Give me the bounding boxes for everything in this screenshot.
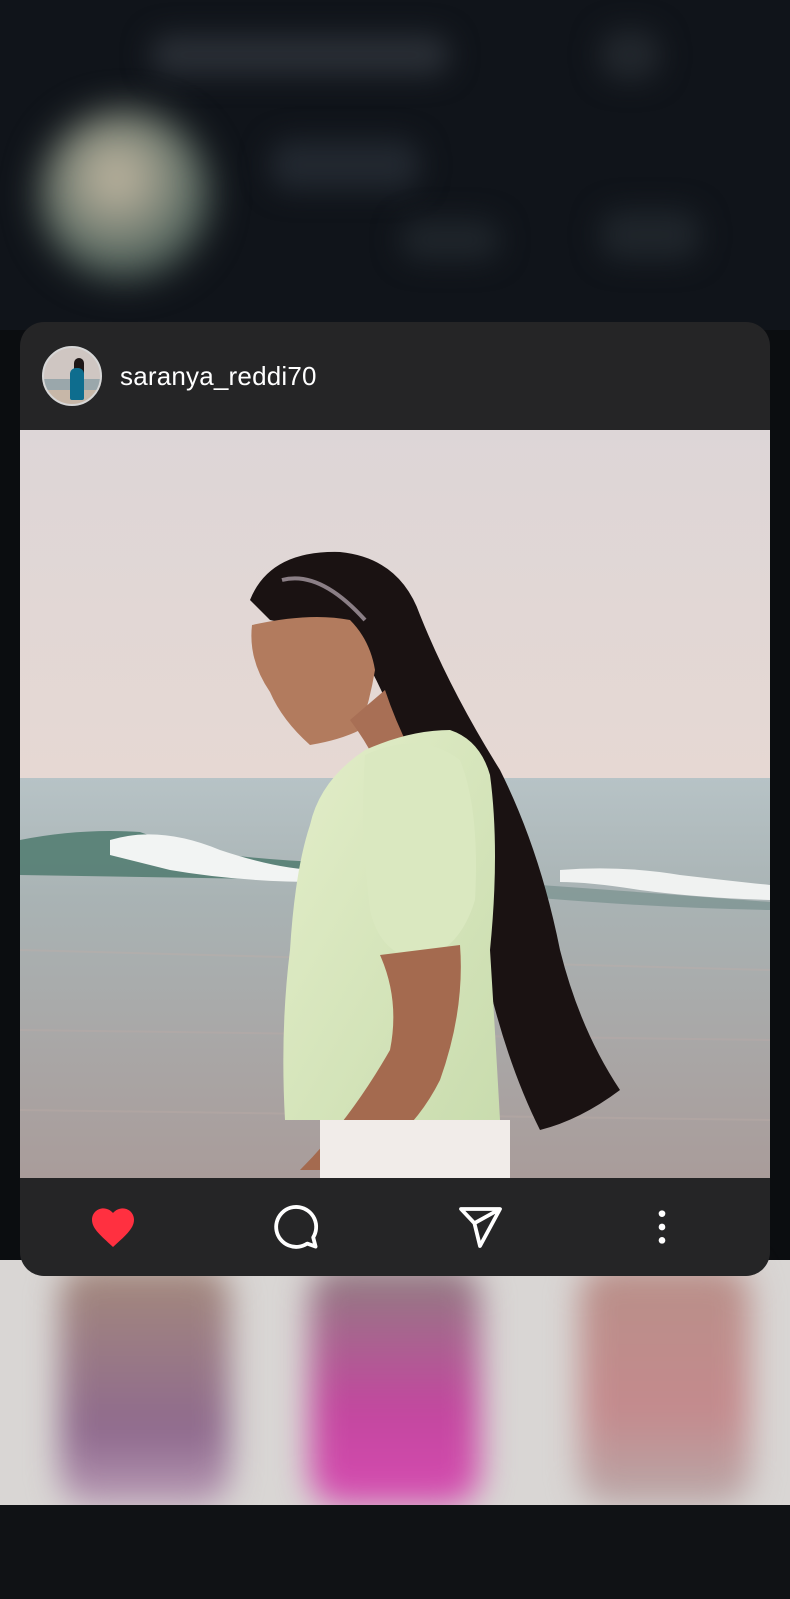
comment-button[interactable] <box>271 1202 321 1252</box>
more-options-button[interactable] <box>637 1202 687 1252</box>
username[interactable]: saranya_reddi70 <box>120 361 317 392</box>
like-button[interactable] <box>88 1202 138 1252</box>
background-grid-tile <box>310 1265 480 1505</box>
background-blur-block <box>150 35 450 75</box>
background-blur-block <box>600 210 700 260</box>
more-vertical-icon <box>658 1210 666 1244</box>
post-preview-card[interactable]: saranya_reddi70 <box>20 322 770 1276</box>
background-blur-block <box>600 30 660 80</box>
avatar-person-shape <box>70 368 84 400</box>
background-blur-block <box>270 140 420 190</box>
background-blur-block <box>400 220 500 260</box>
background-grid-tile <box>60 1265 230 1505</box>
post-photo[interactable] <box>20 430 770 1178</box>
background-bottom-bar <box>0 1505 790 1599</box>
share-button[interactable] <box>455 1202 505 1252</box>
background-avatar-blur <box>40 110 210 280</box>
background-grid-tile <box>580 1265 750 1505</box>
post-actions-bar <box>20 1178 770 1276</box>
heart-icon <box>92 1208 134 1247</box>
post-header: saranya_reddi70 <box>20 322 770 430</box>
send-icon <box>459 1207 502 1248</box>
beach-photo-illustration <box>20 430 770 1178</box>
profile-avatar[interactable] <box>42 346 102 406</box>
comment-icon <box>274 1205 319 1249</box>
